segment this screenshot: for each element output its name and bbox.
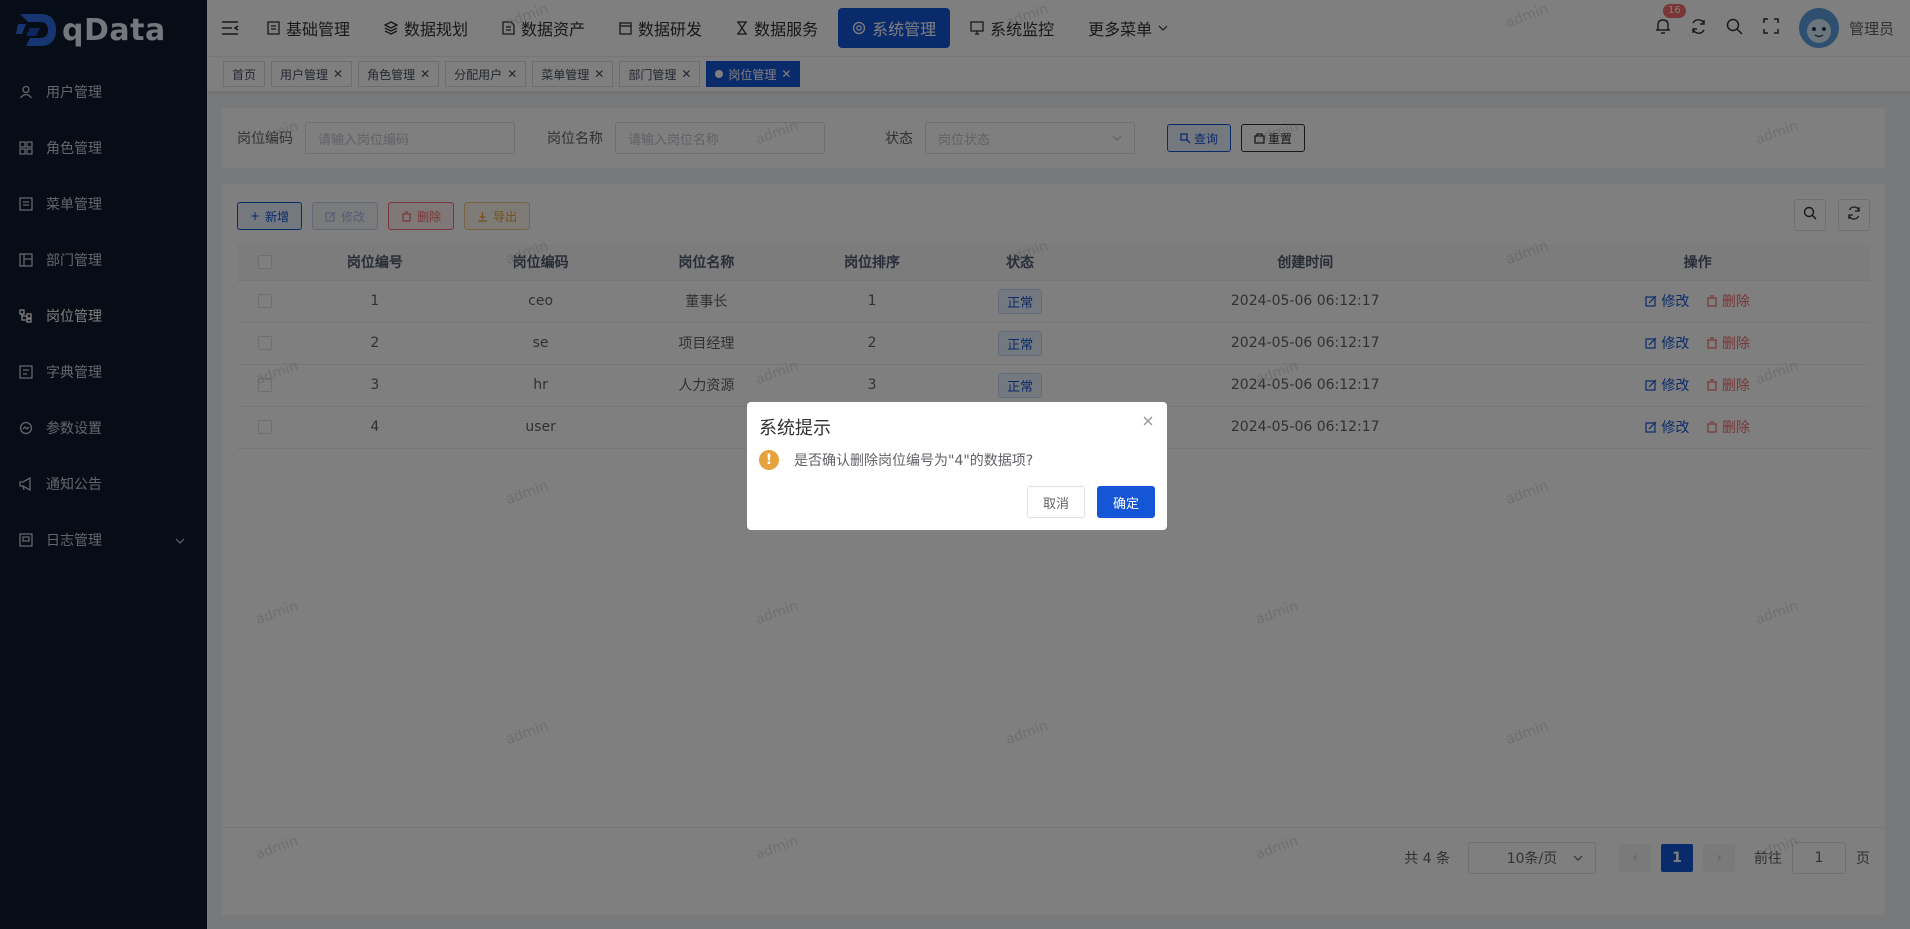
cancel-button[interactable]: 取消	[1026, 486, 1085, 518]
dialog-buttons: 取消 确定	[1026, 486, 1155, 518]
close-icon[interactable]	[1141, 414, 1155, 428]
warning-icon: !	[759, 450, 779, 470]
dialog-title: 系统提示	[759, 418, 831, 439]
confirm-button[interactable]: 确定	[1096, 486, 1155, 518]
dialog-message-row: ! 是否确认删除岗位编号为"4"的数据项?	[759, 450, 1033, 470]
confirm-dialog: 系统提示 ! 是否确认删除岗位编号为"4"的数据项? 取消 确定	[747, 402, 1167, 530]
cancel-label: 取消	[1042, 496, 1069, 512]
confirm-label: 确定	[1112, 496, 1139, 512]
dialog-message: 是否确认删除岗位编号为"4"的数据项?	[794, 453, 1034, 469]
